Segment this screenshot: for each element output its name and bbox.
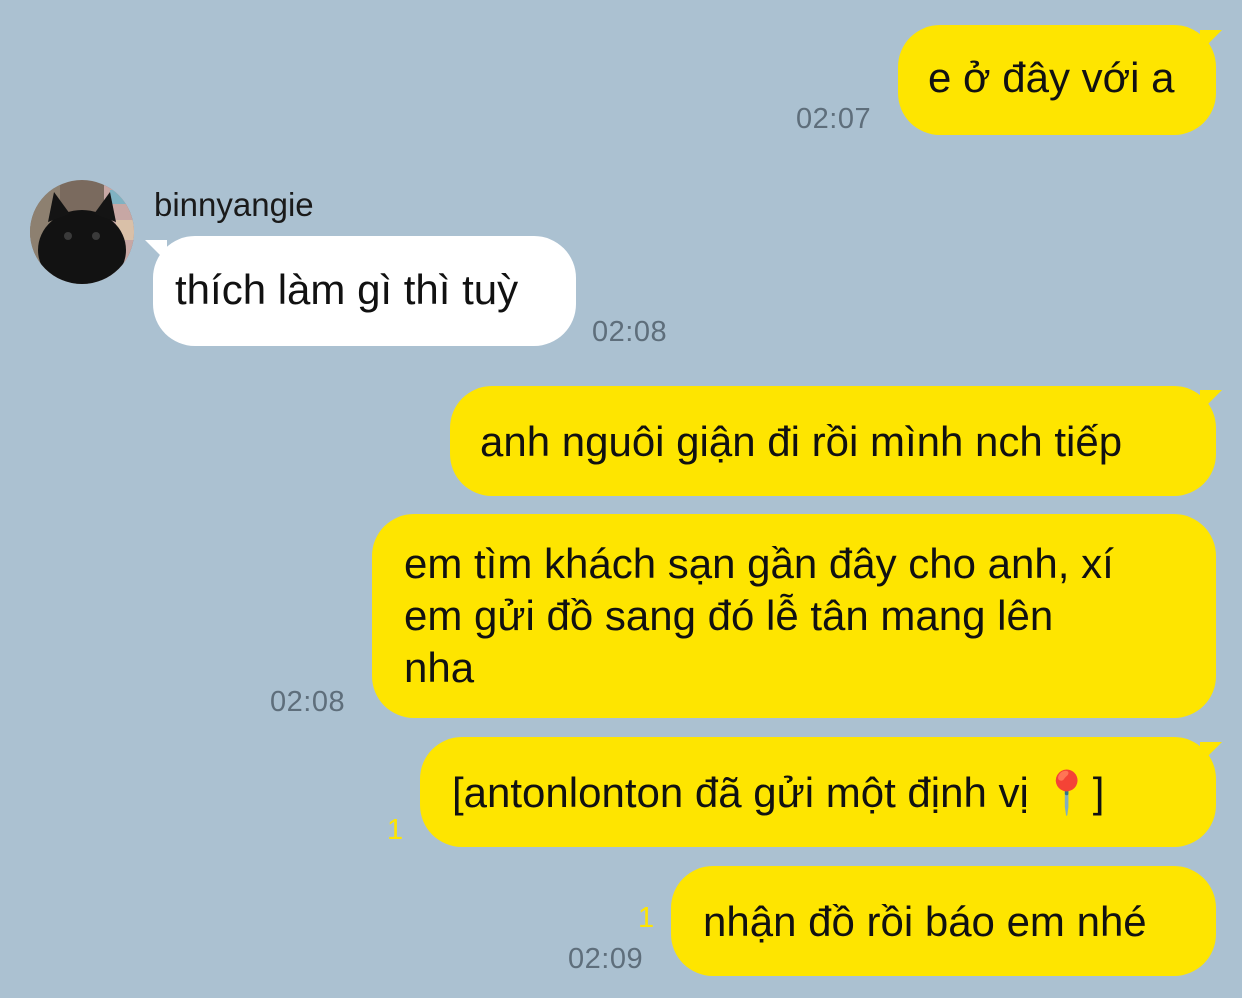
bubble-tail (1200, 390, 1222, 412)
map-pin-icon: 📍 (1040, 769, 1093, 816)
location-message-text: [antonlonton đã gửi một định vị (452, 769, 1041, 816)
sender-name: binnyangie (154, 186, 314, 223)
message-bubble-sent[interactable]: em tìm khách sạn gần đây cho anh, xí em … (372, 514, 1216, 718)
message-timestamp: 02:07 (796, 103, 872, 135)
message-timestamp: 02:09 (568, 943, 644, 975)
black-cat-avatar (30, 180, 134, 284)
message-bubble-sent[interactable]: nhận đồ rồi báo em nhé (671, 866, 1216, 976)
unread-count: 1 (638, 902, 655, 934)
contact-avatar[interactable] (30, 180, 134, 284)
bubble-tail (1200, 742, 1222, 764)
message-timestamp: 02:08 (592, 316, 668, 348)
location-message-bubble[interactable]: [antonlonton đã gửi một định vị 📍] (420, 737, 1216, 847)
message-bubble-sent[interactable]: anh nguôi giận đi rồi mình nch tiếp (450, 386, 1216, 496)
location-message-close: ] (1092, 769, 1105, 816)
bubble-tail (1200, 30, 1222, 52)
message-bubble-sent[interactable]: e ở đây với a (898, 25, 1216, 135)
unread-count: 1 (387, 814, 404, 846)
message-timestamp: 02:08 (270, 686, 346, 718)
message-bubble-received[interactable]: thích làm gì thì tuỳ (153, 236, 576, 346)
